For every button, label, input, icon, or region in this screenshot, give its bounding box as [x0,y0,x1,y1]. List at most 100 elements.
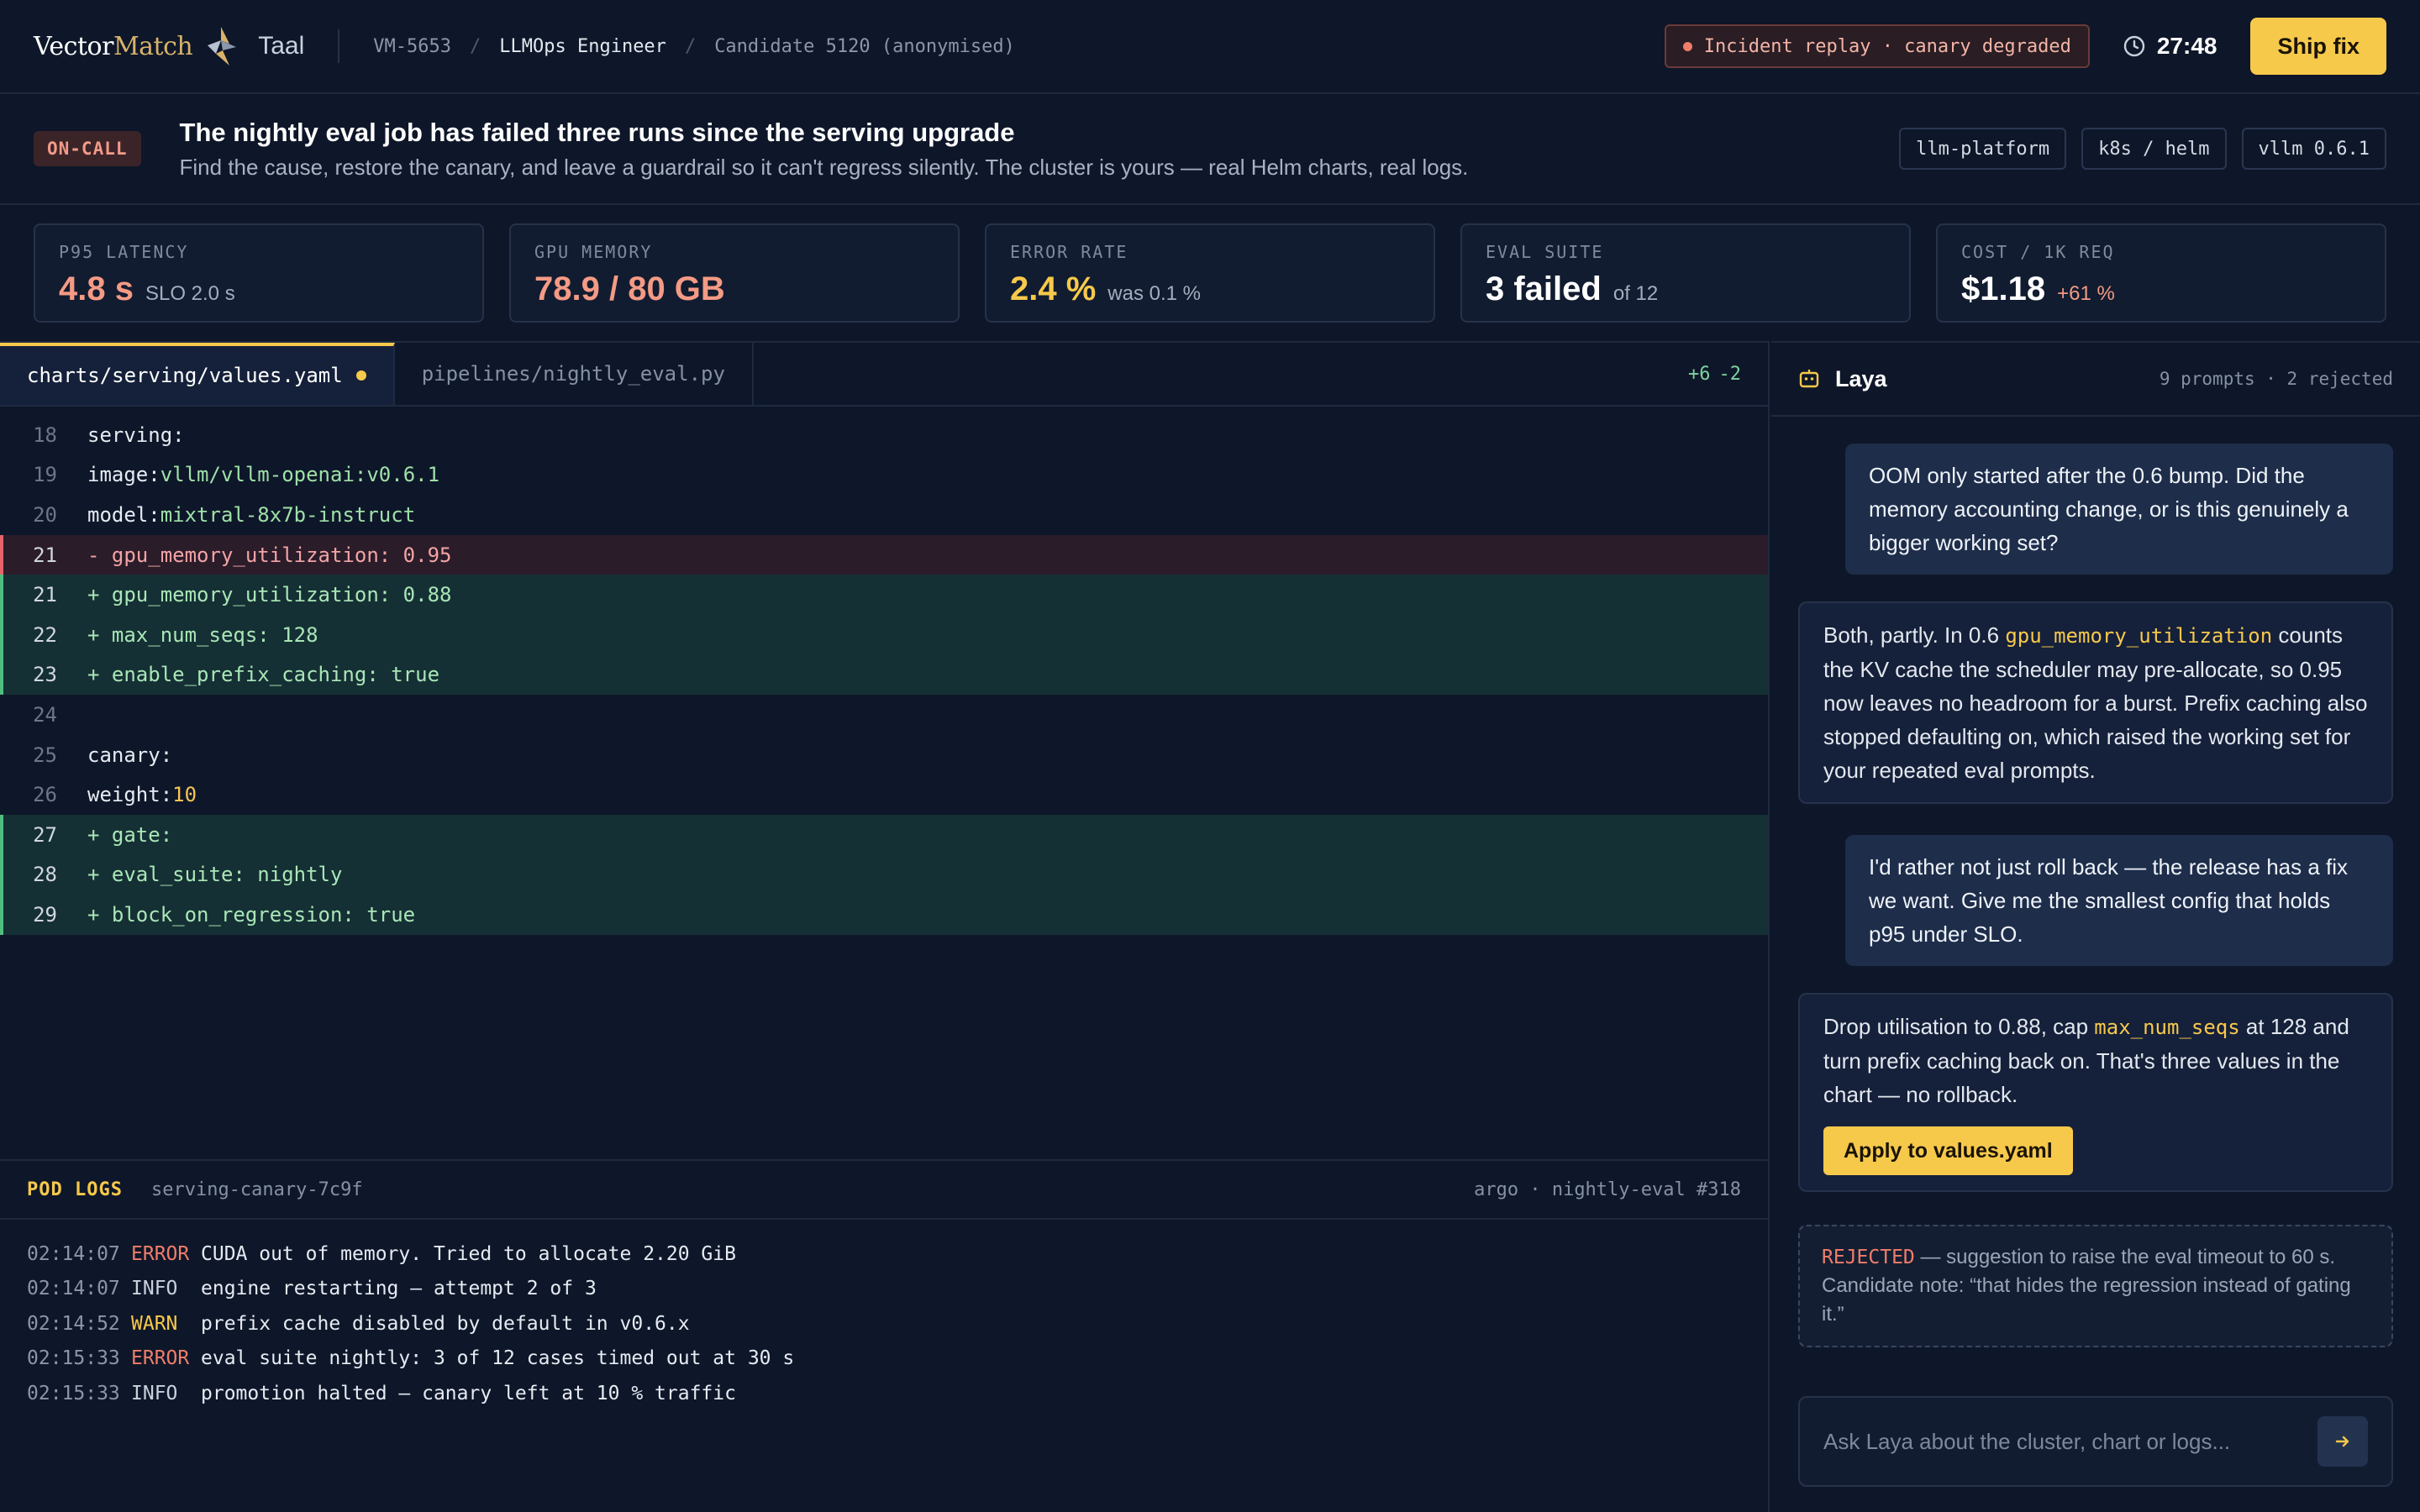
metric-value: 2.4 % [1010,270,1097,307]
code-line[interactable]: 25 canary: [0,735,1768,775]
code-text: + gpu_memory_utilization: 0.88 [87,583,452,607]
message-text: OOM only started after the 0.6 bump. Did… [1869,463,2349,555]
oncall-badge: ON-CALL [34,131,141,166]
metric-value: 4.8 s [59,270,134,307]
code-line[interactable]: 26 weight: 10 [0,774,1768,815]
ask-input[interactable] [1823,1428,2317,1455]
incident-text: Incident replay · canary degraded [1703,35,2071,57]
pipeline-run[interactable]: argo · nightly-eval #318 [1474,1179,1741,1200]
tab-label: charts/serving/values.yaml [27,364,343,387]
breadcrumb-role[interactable]: LLMOps Engineer [499,36,666,57]
assistant-header: Laya 9 prompts · 2 rejected [1771,343,2420,417]
line-number: 29 [33,902,57,927]
line-number: 18 [33,423,57,447]
tab-values-yaml[interactable]: charts/serving/values.yaml [0,343,395,405]
code-line[interactable]: 29 + block_on_regression: true [0,895,1768,935]
log-message: engine restarting — attempt 2 of 3 [201,1278,597,1300]
task-title: The nightly eval job has failed three ru… [179,117,1015,147]
apply-suggestion-button[interactable]: Apply to values.yaml [1823,1126,2073,1175]
metric-label: COST / 1K REQ [1961,242,2115,262]
metric-label: GPU MEMORY [534,242,653,262]
code-line[interactable]: 23 + enable_prefix_caching: true [0,654,1768,696]
log-line: 02:15:33 ERROR eval suite nightly: 3 of 12… [27,1341,1741,1377]
code-text: + enable_prefix_caching: true [87,663,440,687]
clock-icon [2123,35,2145,57]
code-line[interactable]: 24 [0,695,1768,735]
log-line: 02:14:52 WARN prefix cache disabled by def… [27,1306,1741,1341]
log-line: 02:14:07 INFO engine restarting — attempt … [27,1272,1741,1307]
line-number: 27 [33,822,57,847]
log-message: prefix cache disabled by default in v0.6… [201,1312,690,1335]
breadcrumb-candidate: Candidate 5120 (anonymised) [714,35,1015,57]
metric-card-gpu-memory: GPU MEMORY 78.9 / 80 GB [509,223,960,323]
pod-name[interactable]: serving-canary-7c9f [151,1179,363,1200]
line-number: 23 [33,663,57,687]
code-area[interactable]: 18 serving: 19 image: vllm/vllm-openai:v0.6… [0,407,1768,935]
ship-fix-button[interactable]: Ship fix [2250,18,2386,75]
line-number: 19 [33,463,57,487]
line-number: 21 [33,583,57,607]
code-text: canary: [87,743,173,767]
line-number: 25 [33,743,57,767]
rejected-suggestion: REJECTED — suggestion to raise the eval … [1798,1225,2393,1347]
code-line[interactable]: 27 + gate: [0,814,1768,855]
assistant-stats: 9 prompts · 2 rejected [2159,369,2393,389]
log-line: 02:15:33 INFO promotion halted — canary le… [27,1376,1741,1411]
send-button[interactable] [2317,1416,2368,1467]
tab-nightly-eval-py[interactable]: pipelines/nightly_eval.py [395,343,754,405]
brand-product: Taal [258,32,305,60]
metric-card-latency: P95 LATENCY 4.8 s SLO 2.0 s [34,223,484,323]
log-line: 02:14:07 ERROR CUDA out of memory. Tried t… [27,1236,1741,1272]
line-number: 22 [33,622,57,647]
code-text: image: [87,463,160,487]
code-line[interactable]: 22 + max_num_seqs: 128 [0,614,1768,655]
message-text: I'd rather not just roll back — the rele… [1869,854,2349,947]
metric-note: +61 % [2057,282,2115,305]
log-message: promotion halted — canary left at 10 % t… [201,1382,736,1404]
brand-logo-icon [208,27,237,66]
breadcrumb-req[interactable]: VM-5653 [373,36,451,57]
line-number: 24 [33,702,57,727]
editor-tabs: charts/serving/values.yaml pipelines/nig… [0,343,1768,407]
code-value: mixtral-8x7b-instruct [160,502,416,527]
metric-value: $1.18 [1961,270,2046,307]
code-text: weight: [87,783,173,807]
code-line[interactable]: 21 + gpu_memory_utilization: 0.88 [0,575,1768,615]
metric-value: 3 failed [1486,270,1602,307]
log-level: WARN [131,1312,178,1335]
code-value: 10 [172,783,197,807]
code-line[interactable]: 28 + eval_suite: nightly [0,854,1768,895]
code-line[interactable]: 21 - gpu_memory_utilization: 0.95 [0,534,1768,575]
code-text: model: [87,502,160,527]
code-line[interactable]: 19 image: vllm/vllm-openai:v0.6.1 [0,455,1768,496]
line-number: 28 [33,863,57,887]
divider [338,29,340,63]
status-dot-icon [1682,41,1692,51]
log-level: INFO [131,1382,178,1404]
metric-note: of 12 [1612,282,1659,305]
code-value: vllm/vllm-openai:v0.6.1 [160,463,440,487]
line-number: 20 [33,502,57,527]
metric-label: ERROR RATE [1010,242,1128,262]
code-text: serving: [87,423,185,447]
tag: k8s / helm [2081,128,2227,170]
code-line[interactable]: 20 model: mixtral-8x7b-instruct [0,495,1768,535]
task-subtitle: Find the cause, restore the canary, and … [179,154,1469,180]
breadcrumb-separator: / [684,35,697,57]
inline-code: gpu_memory_utilization [2005,624,2273,648]
brand: VectorMatch Taal [34,25,304,67]
assistant-message: Both, partly. In 0.6 gpu_memory_utilizat… [1798,601,2393,804]
timer-value: 27:48 [2156,33,2217,59]
rejected-label: REJECTED [1822,1247,1915,1268]
metric-label: P95 LATENCY [59,242,189,262]
pod-logs-panel: POD LOGS serving-canary-7c9f argo · nigh… [0,1159,1770,1512]
code-line[interactable]: 18 serving: [0,415,1768,455]
tag-list: llm-platform k8s / helm vllm 0.6.1 [1899,128,2386,170]
log-message: eval suite nightly: 3 of 12 cases timed … [201,1347,795,1370]
log-level: ERROR [131,1347,190,1370]
diff-removed: -2 [1718,363,1742,385]
arrow-right-icon [2335,1436,2349,1447]
log-message: CUDA out of memory. Tried to allocate 2.… [201,1242,736,1265]
metric-value: 78.9 / 80 GB [534,270,725,307]
log-level: INFO [131,1278,178,1300]
